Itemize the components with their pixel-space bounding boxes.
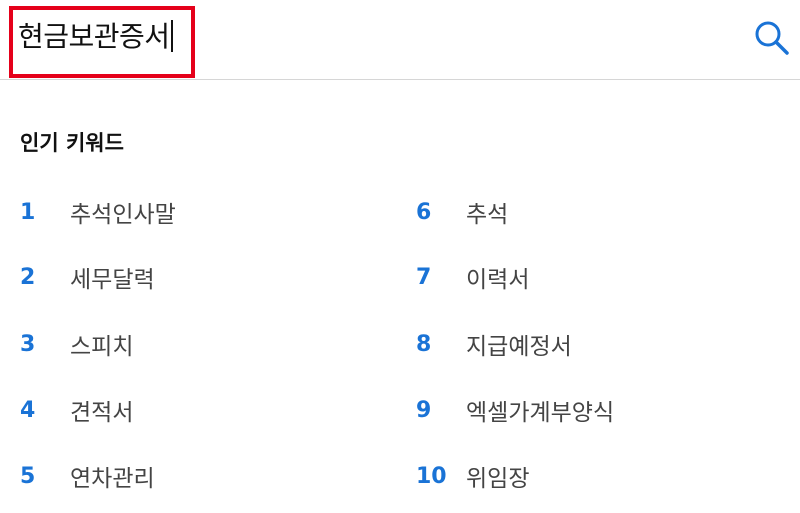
keyword-text: 연차관리 xyxy=(70,466,155,492)
keyword-rank: 2 xyxy=(20,264,36,290)
keyword-item-10[interactable]: 10 위임장 xyxy=(416,446,529,506)
keyword-rank: 10 xyxy=(416,463,447,489)
keyword-text: 이력서 xyxy=(466,267,530,293)
keyword-text: 엑셀가계부양식 xyxy=(466,400,615,426)
keyword-text: 위임장 xyxy=(466,466,530,492)
keyword-text: 추석인사말 xyxy=(70,202,176,228)
keyword-text: 추석 xyxy=(466,202,509,228)
keyword-item-6[interactable]: 6 추석 xyxy=(416,182,508,242)
keyword-item-8[interactable]: 8 지급예정서 xyxy=(416,314,572,374)
keyword-rank: 8 xyxy=(416,331,432,357)
search-icon[interactable] xyxy=(752,18,792,58)
keyword-text: 견적서 xyxy=(70,400,134,426)
keyword-rank: 4 xyxy=(20,397,36,423)
keyword-rank: 6 xyxy=(416,199,432,225)
keyword-rank: 9 xyxy=(416,397,432,423)
keyword-item-7[interactable]: 7 이력서 xyxy=(416,247,529,307)
search-input[interactable]: 현금보관증서 xyxy=(18,19,173,55)
popular-keywords-title: 인기 키워드 xyxy=(20,131,124,155)
keyword-item-3[interactable]: 3 스피치 xyxy=(20,314,133,374)
keyword-rank: 1 xyxy=(20,199,36,225)
search-bar: 현금보관증서 xyxy=(0,0,800,80)
keyword-item-5[interactable]: 5 연차관리 xyxy=(20,446,155,506)
keyword-text: 스피치 xyxy=(70,334,134,360)
keyword-rank: 5 xyxy=(20,463,36,489)
keyword-item-2[interactable]: 2 세무달력 xyxy=(20,247,155,307)
search-input-value: 현금보관증서 xyxy=(18,20,170,53)
keyword-text: 지급예정서 xyxy=(466,334,572,360)
text-caret xyxy=(170,20,173,52)
keyword-item-9[interactable]: 9 엑셀가계부양식 xyxy=(416,380,614,440)
keyword-item-4[interactable]: 4 견적서 xyxy=(20,380,133,440)
keyword-rank: 3 xyxy=(20,331,36,357)
keyword-text: 세무달력 xyxy=(70,267,155,293)
keyword-rank: 7 xyxy=(416,264,432,290)
keyword-item-1[interactable]: 1 추석인사말 xyxy=(20,182,176,242)
